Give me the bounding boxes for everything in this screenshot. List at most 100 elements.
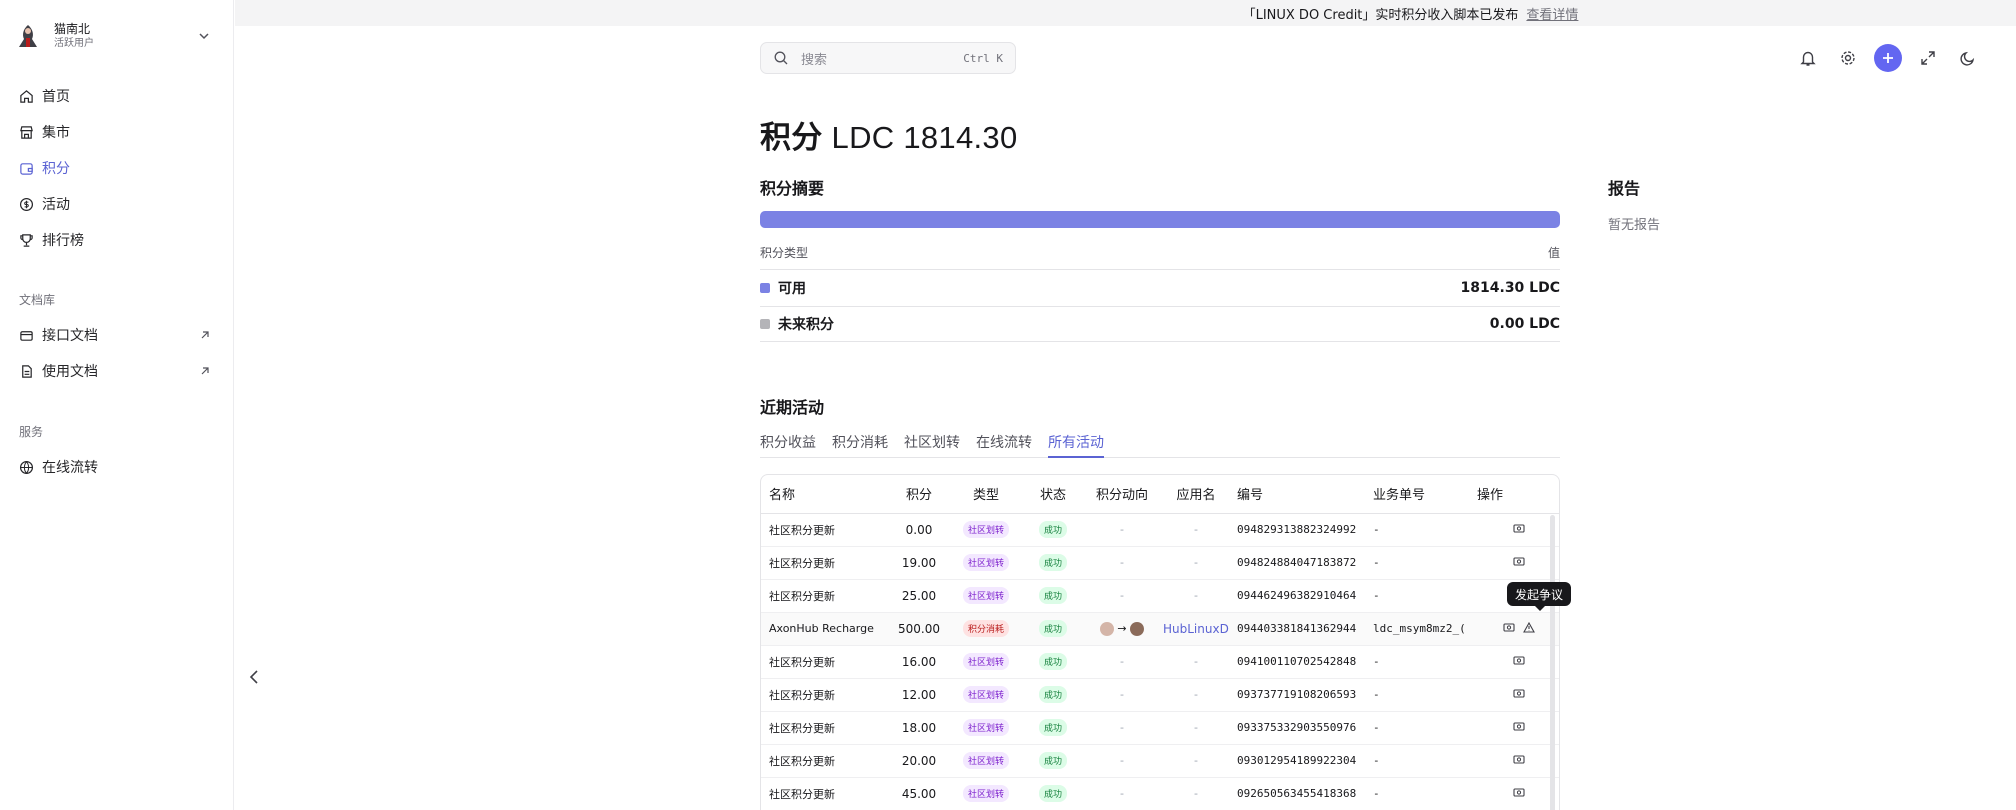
moon-icon[interactable] [1954, 44, 1982, 72]
banner-details-link[interactable]: 查看详情 [1526, 4, 1578, 23]
flow-arrow: → [1117, 622, 1127, 635]
name-cell: 社区积分更新 [761, 777, 891, 810]
type-cell: 社区划转 [947, 744, 1025, 778]
actions-cell [1469, 678, 1559, 712]
receipt-icon[interactable] [1513, 655, 1525, 668]
table-scrollbar[interactable] [1550, 515, 1555, 810]
name-cell: 社区积分更新 [761, 711, 891, 745]
status-badge: 成功 [1038, 785, 1067, 802]
user-menu[interactable]: 猫南北 活跃用户 [16, 18, 216, 54]
flow-cell: - [1081, 579, 1163, 613]
sidebar-item-label: 首页 [42, 89, 70, 105]
status-cell: 成功 [1025, 744, 1081, 778]
receipt-icon[interactable] [1513, 556, 1525, 569]
status-cell: 成功 [1025, 711, 1081, 745]
receipt-icon[interactable] [1503, 622, 1515, 635]
sidebar-item-market[interactable]: 集市 [12, 114, 218, 150]
name-cell: 社区积分更新 [761, 645, 891, 679]
status-cell: 成功 [1025, 579, 1081, 613]
col-id: 编号 [1229, 475, 1365, 514]
app-link[interactable]: HubLinuxDo [1163, 622, 1229, 636]
table-row[interactable]: 社区积分更新 18.00 社区划转 成功 - - 093375332903550… [761, 711, 1559, 745]
docs-nav: 接口文档 使用文档 [12, 317, 218, 389]
amount-cell: 45.00 [891, 777, 947, 810]
table-row[interactable]: 社区积分更新 12.00 社区划转 成功 - - 093737719108206… [761, 678, 1559, 712]
receipt-icon[interactable] [1513, 688, 1525, 701]
amount-cell: 16.00 [891, 645, 947, 679]
search-icon [773, 50, 789, 66]
warning-icon[interactable] [1523, 621, 1535, 636]
sidebar-item-label: 活动 [42, 197, 70, 213]
sidebar-item-credits[interactable]: 积分 [12, 150, 218, 186]
bell-icon[interactable] [1794, 44, 1822, 72]
plus-icon[interactable] [1874, 44, 1902, 72]
summary-col-type: 积分类型 [760, 246, 809, 260]
docs-section-label: 文档库 [19, 293, 56, 307]
table-row[interactable]: 社区积分更新 16.00 社区划转 成功 - - 094100110702542… [761, 645, 1559, 679]
id-cell: 094403381841362944 [1229, 612, 1365, 646]
tab-spending[interactable]: 积分消耗 [832, 432, 888, 458]
table-row[interactable]: 社区积分更新 20.00 社区划转 成功 - - 093012954189922… [761, 744, 1559, 778]
credits-progress-bar [760, 211, 1560, 228]
type-cell: 社区划转 [947, 579, 1025, 613]
receipt-icon[interactable] [1513, 721, 1525, 734]
header-actions [1794, 44, 1982, 72]
chevron-left-icon[interactable] [246, 668, 262, 686]
chevron-down-icon[interactable] [196, 28, 212, 44]
table-row[interactable]: 社区积分更新 45.00 社区划转 成功 - - 092650563455418… [761, 777, 1559, 810]
app-cell: - [1163, 579, 1229, 613]
table-row[interactable]: 社区积分更新 0.00 社区划转 成功 - - 0948293138823249… [761, 513, 1559, 547]
summary-value: 0.00 LDC [1489, 316, 1560, 332]
flow-cell: - [1081, 546, 1163, 580]
type-badge: 社区划转 [962, 554, 1009, 571]
sidebar-item-activity[interactable]: 活动 [12, 186, 218, 222]
name-cell: 社区积分更新 [761, 579, 891, 613]
type-cell: 社区划转 [947, 645, 1025, 679]
search-input[interactable]: 搜索 Ctrl K [760, 42, 1016, 74]
gear-icon[interactable] [1834, 44, 1862, 72]
col-status: 状态 [1025, 475, 1081, 514]
report-title: 报告 [1608, 179, 1641, 198]
tab-income[interactable]: 积分收益 [760, 432, 816, 458]
table-row[interactable]: 社区积分更新 25.00 社区划转 成功 - - 094462496382910… [761, 579, 1559, 613]
services-nav: 在线流转 [12, 449, 218, 485]
sidebar-item-label: 排行榜 [42, 233, 84, 249]
type-badge: 社区划转 [962, 521, 1009, 538]
activity-title: 近期活动 [760, 398, 825, 417]
status-cell: 成功 [1025, 678, 1081, 712]
type-cell: 积分消耗 [947, 612, 1025, 646]
table-row[interactable]: 社区积分更新 19.00 社区划转 成功 - - 094824884047183… [761, 546, 1559, 580]
user-role: 活跃用户 [54, 37, 94, 49]
tab-all[interactable]: 所有活动 [1048, 432, 1104, 458]
table-row[interactable]: AxonHub Recharge 500.00 积分消耗 成功 → HubLin… [761, 612, 1559, 646]
sidebar-item-home[interactable]: 首页 [12, 78, 218, 114]
file-icon [18, 363, 34, 379]
name-cell: 社区积分更新 [761, 546, 891, 580]
name-cell: 社区积分更新 [761, 678, 891, 712]
status-badge: 成功 [1038, 719, 1067, 736]
tab-community-transfer[interactable]: 社区划转 [904, 432, 960, 458]
actions-cell [1469, 645, 1559, 679]
avatar [16, 22, 40, 50]
amount-cell: 0.00 [891, 513, 947, 547]
type-badge: 积分消耗 [962, 620, 1009, 637]
amount-cell: 500.00 [891, 612, 947, 646]
wallet-icon [18, 160, 34, 176]
summary-header: 积分类型 值 [760, 244, 1560, 261]
receipt-icon[interactable] [1513, 787, 1525, 800]
summary-col-value: 值 [1547, 246, 1560, 260]
receipt-icon[interactable] [1513, 754, 1525, 767]
sidebar-item-leaderboard[interactable]: 排行榜 [12, 222, 218, 258]
sidebar-item-label: 接口文档 [42, 328, 98, 344]
sidebar-item-online-transfer[interactable]: 在线流转 [12, 449, 218, 485]
tab-online-transfer[interactable]: 在线流转 [976, 432, 1032, 458]
status-badge: 成功 [1038, 587, 1067, 604]
home-icon [18, 88, 34, 104]
flow-cell: - [1081, 777, 1163, 810]
type-badge: 社区划转 [962, 587, 1009, 604]
expand-icon[interactable] [1914, 44, 1942, 72]
sidebar-item-api-docs[interactable]: 接口文档 [12, 317, 218, 353]
type-badge: 社区划转 [962, 719, 1009, 736]
sidebar-item-user-docs[interactable]: 使用文档 [12, 353, 218, 389]
receipt-icon[interactable] [1513, 523, 1525, 536]
